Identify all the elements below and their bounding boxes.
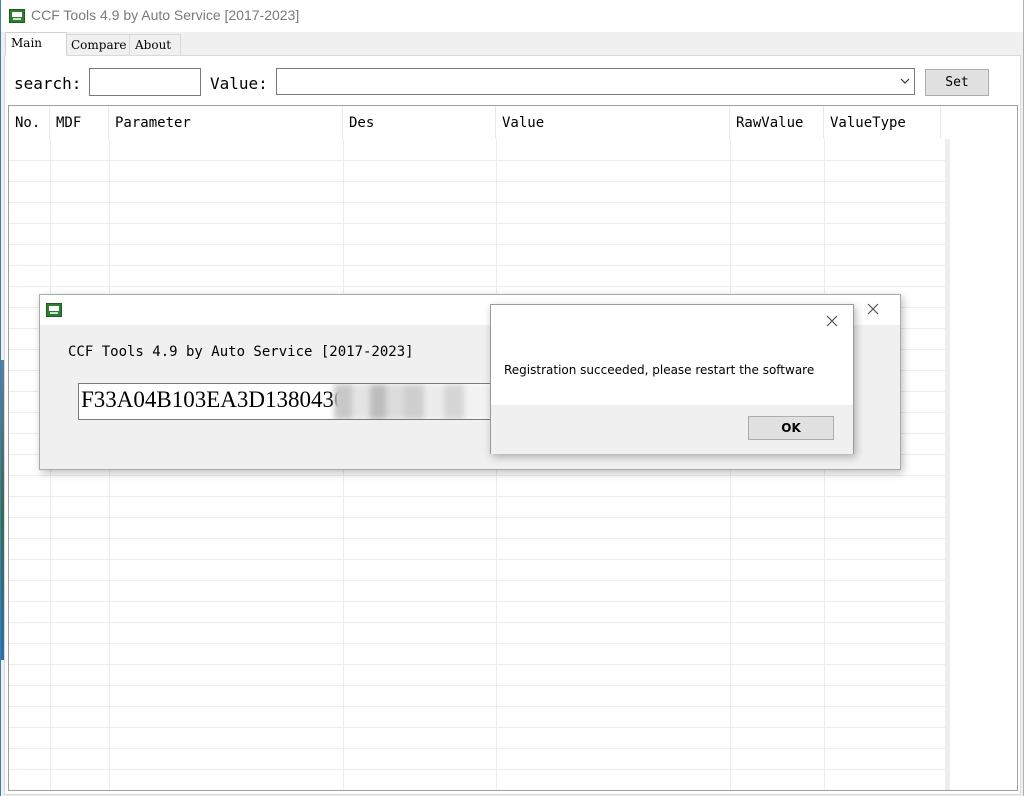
set-button[interactable]: Set [925, 69, 989, 96]
value-dropdown[interactable] [276, 68, 915, 95]
grid-line [9, 664, 945, 665]
grid-line [9, 601, 945, 602]
grid-line [9, 286, 945, 287]
column-header-no[interactable]: No. [9, 106, 50, 139]
column-header-parameter[interactable]: Parameter [109, 106, 343, 139]
grid-line [9, 748, 945, 749]
message-box-footer: OK [491, 405, 853, 454]
grid-line [9, 727, 945, 728]
chevron-down-icon[interactable] [900, 76, 910, 86]
grid-line [9, 580, 945, 581]
search-label: search: [14, 74, 82, 93]
message-text: Registration succeeded, please restart t… [504, 363, 815, 377]
message-box: Registration succeeded, please restart t… [490, 304, 854, 454]
tab-about[interactable]: About [129, 34, 181, 56]
main-window: CCF Tools 4.9 by Auto Service [2017-2023… [0, 0, 1024, 796]
column-header-des[interactable]: Des [343, 106, 496, 139]
redaction-blur [334, 384, 494, 419]
table-header: No. MDF Parameter Des Value RawValue Val… [9, 106, 1017, 139]
tab-main[interactable]: Main [5, 32, 67, 56]
registration-code-text: F33A04B103EA3D1380430I [81, 387, 354, 412]
column-header-valuetype[interactable]: ValueType [824, 106, 941, 139]
tab-compare[interactable]: Compare [65, 34, 131, 56]
value-label: Value: [210, 74, 268, 93]
grid-line [9, 685, 945, 686]
grid-line [9, 643, 945, 644]
column-header-mdf[interactable]: MDF [50, 106, 109, 139]
column-header-value[interactable]: Value [496, 106, 730, 139]
grid-line [9, 244, 945, 245]
search-input[interactable] [89, 68, 201, 96]
desktop-edge [1, 360, 4, 660]
grid-line [9, 538, 945, 539]
grid-line [9, 496, 945, 497]
grid-line [9, 559, 945, 560]
grid-line [9, 202, 945, 203]
table-filler-column [950, 106, 1017, 790]
registration-dialog-heading: CCF Tools 4.9 by Auto Service [2017-2023… [68, 344, 414, 360]
grid-line [9, 265, 945, 266]
close-icon[interactable] [864, 300, 882, 318]
grid-line [9, 160, 945, 161]
column-header-rawvalue[interactable]: RawValue [730, 106, 824, 139]
grid-line [9, 622, 945, 623]
window-title: CCF Tools 4.9 by Auto Service [2017-2023… [31, 7, 300, 23]
grid-line [9, 706, 945, 707]
ok-button[interactable]: OK [748, 416, 834, 440]
title-bar[interactable]: CCF Tools 4.9 by Auto Service [2017-2023… [1, 0, 1023, 32]
grid-line [9, 769, 945, 770]
close-icon[interactable] [823, 312, 841, 330]
grid-line [9, 181, 945, 182]
app-icon [46, 303, 62, 317]
grid-line [9, 223, 945, 224]
grid-line [9, 517, 945, 518]
grid-line [9, 475, 945, 476]
app-icon [9, 9, 25, 23]
